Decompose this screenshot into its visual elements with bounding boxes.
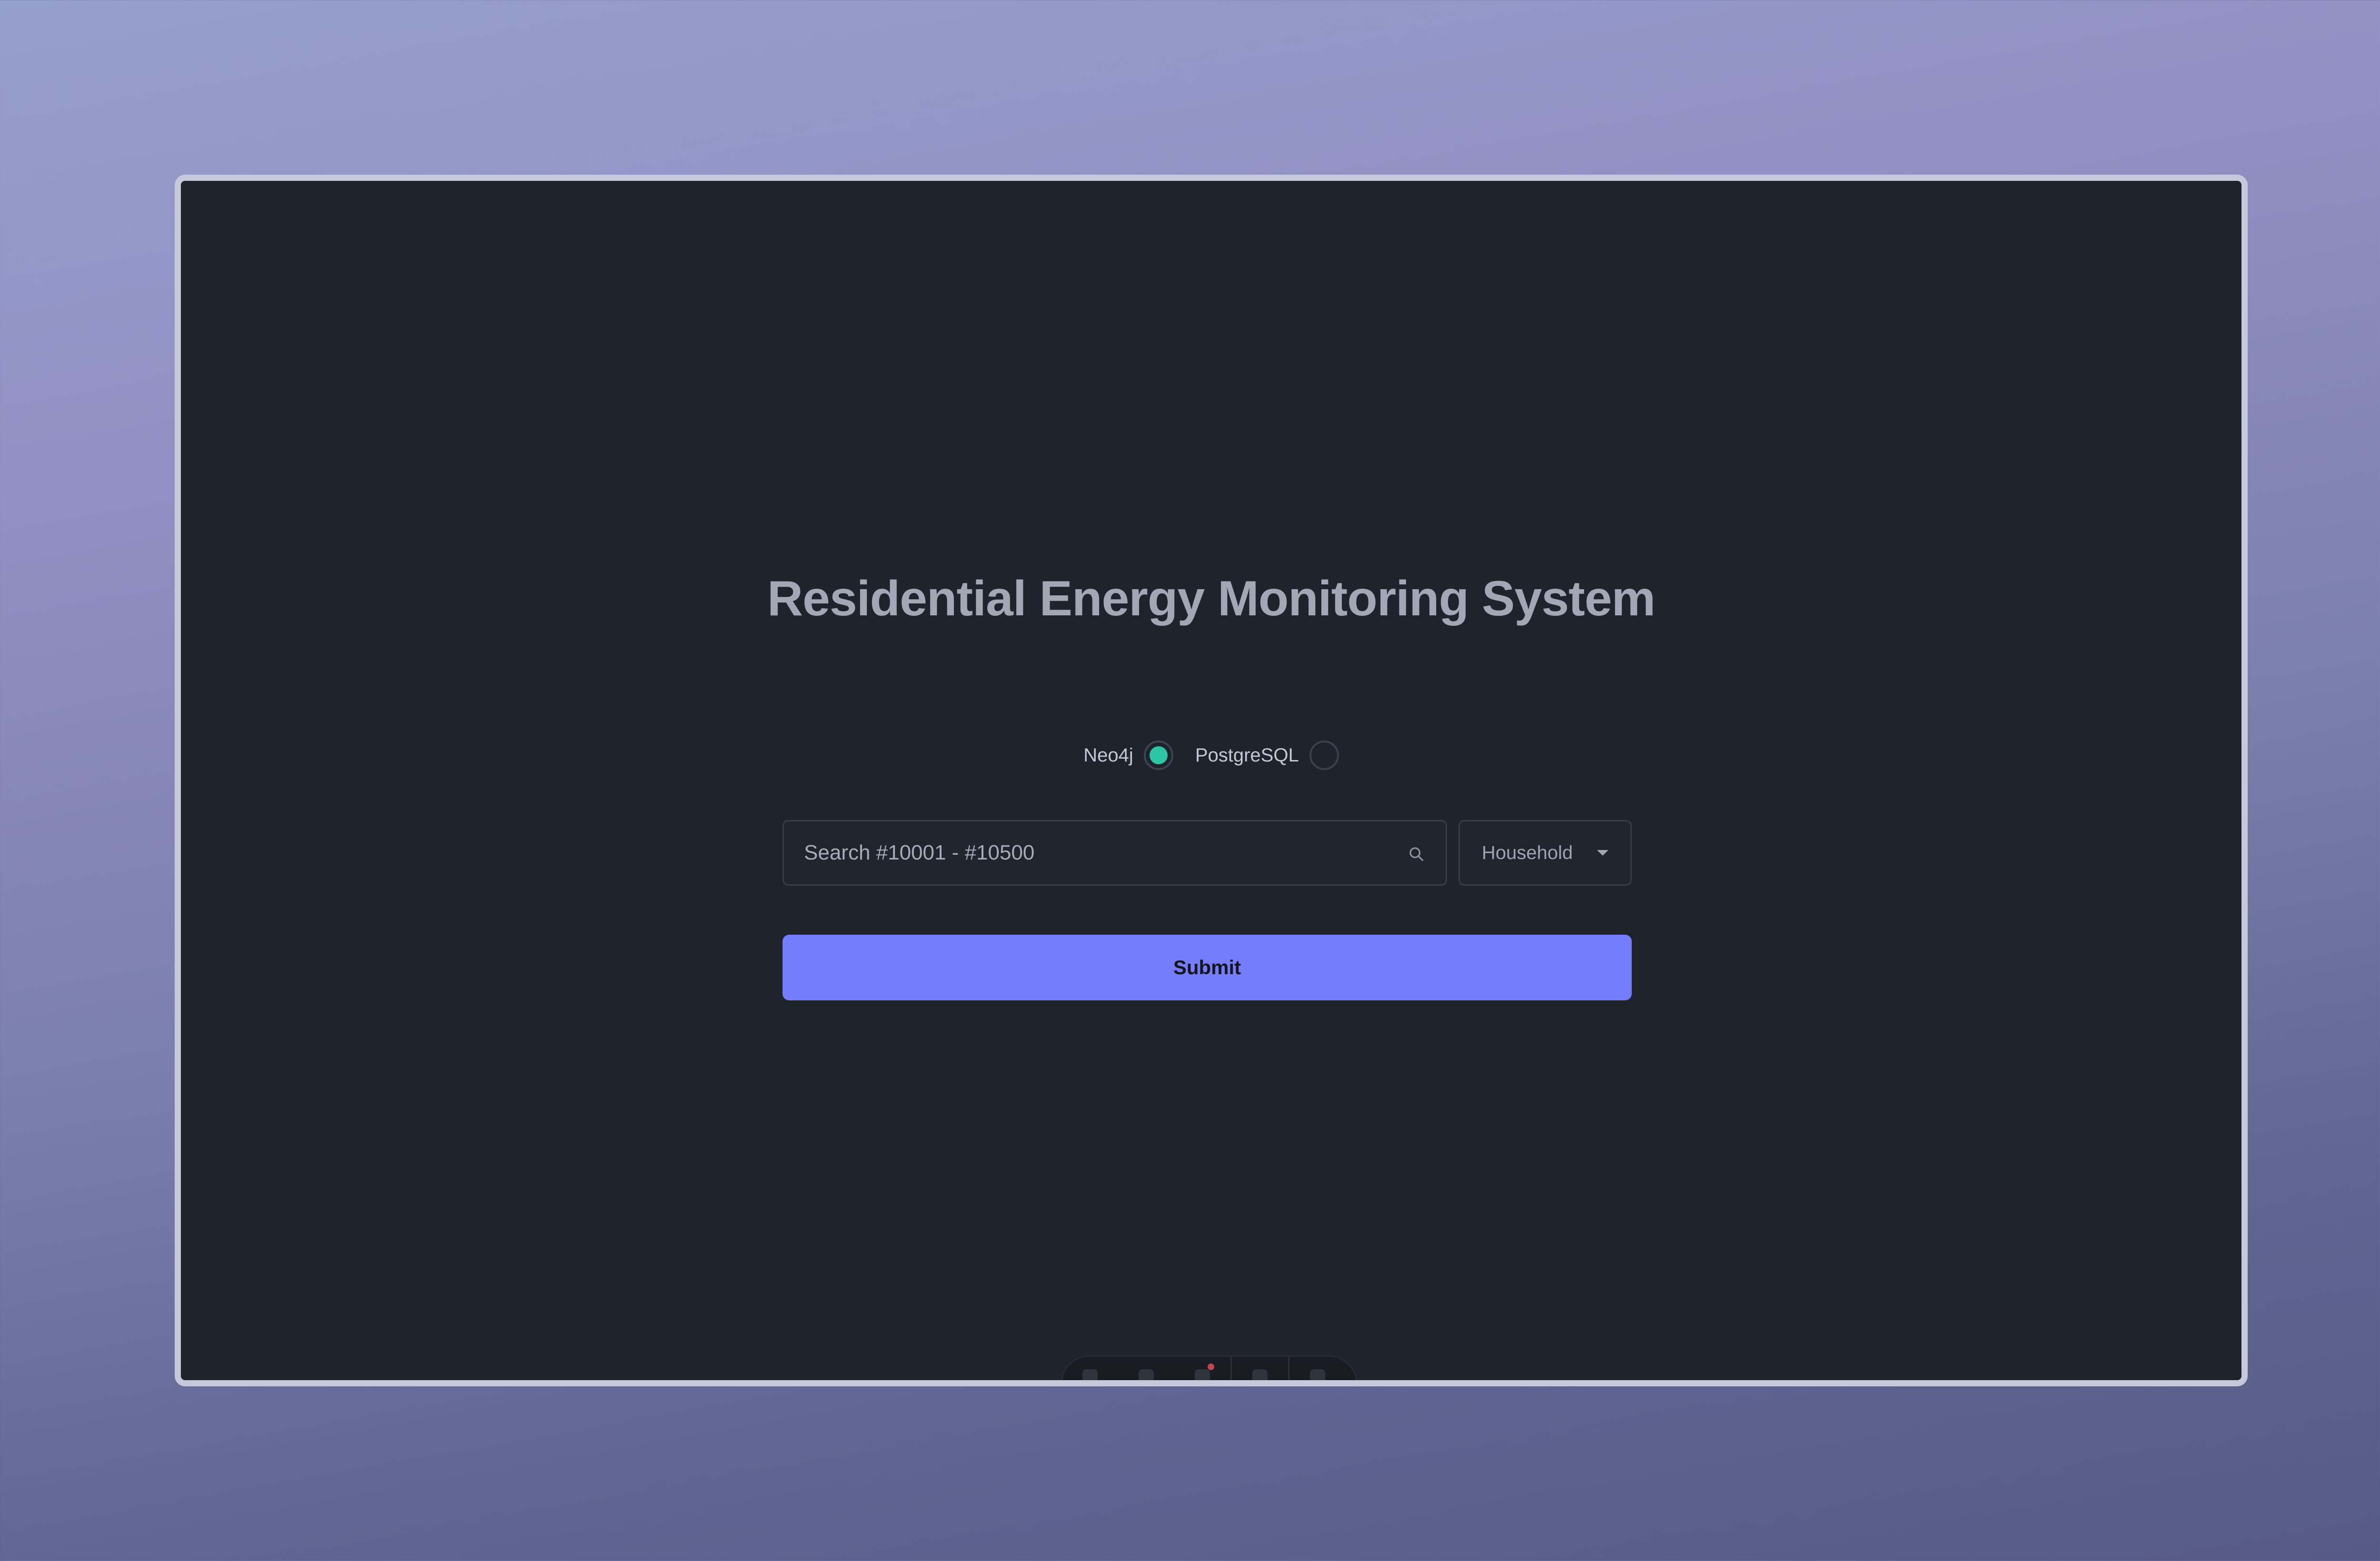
search-icon[interactable] [1408,845,1425,862]
dock-item-list[interactable] [1174,1357,1230,1380]
radio-option-neo4j[interactable]: Neo4j [1083,739,1173,772]
search-box [783,820,1447,886]
entity-type-select[interactable]: Household [1458,820,1632,886]
radio-neo4j[interactable] [1143,741,1173,770]
radio-label-postgresql: PostgreSQL [1195,745,1299,766]
bottom-dock [1061,1355,1358,1380]
submit-button[interactable]: Submit [783,935,1632,1000]
dock-item-ruler[interactable] [1118,1357,1174,1380]
list-icon [1195,1369,1210,1380]
caret-down-icon [1597,850,1608,856]
app-window: Residential Energy Monitoring System Neo… [175,175,2248,1386]
dock-item-pointer[interactable] [1232,1357,1288,1380]
dock-item-user[interactable] [1062,1357,1118,1380]
pointer-icon [1252,1369,1268,1380]
entity-type-selected-value: Household [1482,842,1573,863]
ruler-icon [1139,1369,1154,1380]
search-input[interactable] [804,821,1389,884]
user-icon [1082,1369,1098,1380]
radio-postgresql[interactable] [1309,741,1339,770]
radio-option-postgresql[interactable]: PostgreSQL [1195,739,1339,772]
app-panel: Residential Energy Monitoring System Neo… [181,181,2241,1380]
settings-icon [1310,1369,1325,1380]
dock-item-settings[interactable] [1289,1357,1346,1380]
search-row: Household [783,820,1632,886]
radio-label-neo4j: Neo4j [1083,745,1133,766]
notification-badge [1208,1363,1214,1370]
page-title: Residential Energy Monitoring System [767,571,1656,626]
database-switch: Neo4j PostgreSQL [181,739,2241,772]
